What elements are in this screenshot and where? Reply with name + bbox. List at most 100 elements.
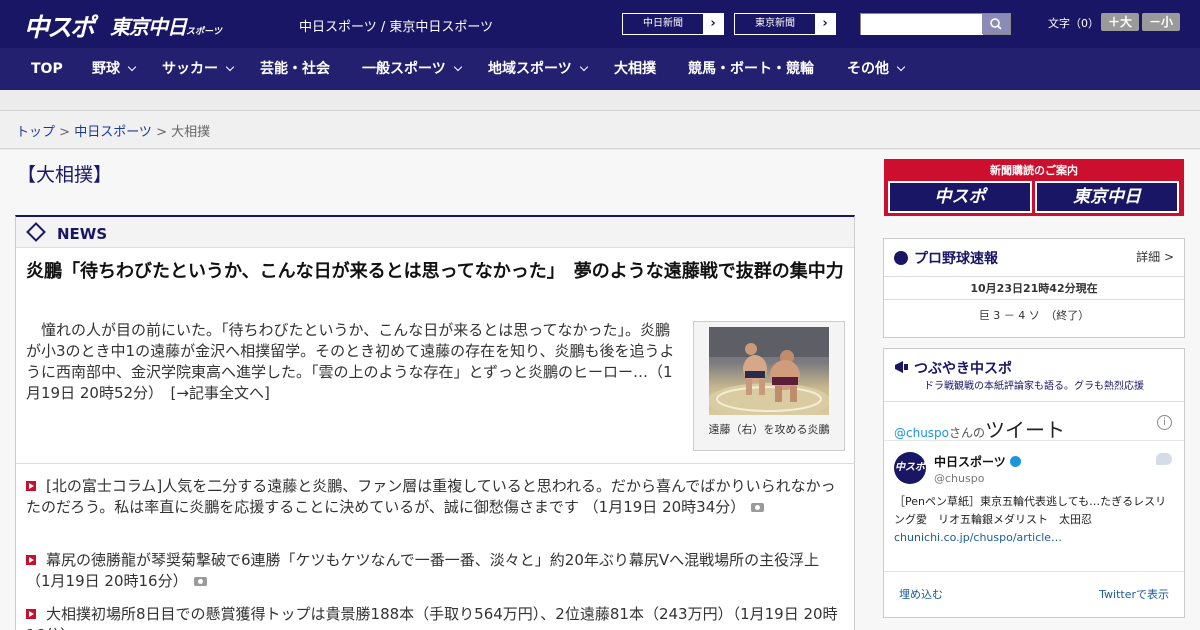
baseball-detail-link[interactable]: 詳細 > — [1136, 248, 1174, 265]
account-name[interactable]: 中日スポーツ — [934, 453, 1021, 470]
news-list-item[interactable]: 幕尻の徳勝龍が琴奨菊撃破で6連勝「ケツもケツなんで一番一番、淡々と」約20年ぶり… — [26, 550, 846, 592]
breadcrumb-top[interactable]: トップ — [16, 125, 55, 140]
breadcrumb: トップ > 中日スポーツ > 大相撲 — [16, 121, 210, 140]
account-name-text: 中日スポーツ — [934, 455, 1006, 469]
chuspo-logo[interactable]: 中スポ — [24, 8, 95, 44]
breadcrumb-parent[interactable]: 中日スポーツ — [74, 125, 152, 140]
baseball-title: プロ野球速報 — [894, 248, 998, 268]
tweet-text: ［Penペン草紙］東京五輪代表逃しても…たぎるレスリング愛 リオ五輪銀メダリスト… — [894, 495, 1167, 526]
megaphone-icon — [895, 361, 908, 373]
twitter-subtitle: ドラ戦観戦の本紙評論家も語る。グラも熱烈応援 — [924, 381, 1144, 392]
news-lead: 憧れの人が目の前にいた。「待ちわびたというか、こんな日が来るとは思ってなかった」… — [26, 320, 682, 404]
embed-link[interactable]: 埋め込む — [899, 586, 943, 602]
site-title: 中日スポーツ / 東京中日スポーツ — [299, 20, 494, 35]
nav-label: 野球 — [92, 61, 120, 77]
nav-label: 地域スポーツ — [488, 61, 572, 77]
tokyo-shimbun-link[interactable]: 東京新聞 › — [734, 13, 836, 35]
search-icon — [990, 18, 1002, 30]
chevron-right-icon: › — [815, 14, 835, 34]
tweets-footer: 埋め込む Twitterで表示 — [884, 571, 1184, 611]
news-list-item[interactable]: [北の富士コラム]人気を二分する遠藤と炎鵬、ファン層は重複していると思われる。だ… — [26, 476, 846, 518]
chevron-down-icon — [579, 62, 588, 72]
chevron-down-icon — [896, 62, 906, 72]
view-on-twitter-link[interactable]: Twitterで表示 — [1099, 586, 1169, 602]
news-photo[interactable]: 遠藤（右）を攻める炎鵬 — [693, 321, 845, 451]
search-input[interactable] — [861, 14, 983, 35]
verified-icon — [1009, 456, 1021, 467]
chevron-down-icon — [453, 62, 462, 72]
nav-label: 一般スポーツ — [362, 61, 446, 77]
photo-caption: 遠藤（右）を攻める炎鵬 — [708, 423, 830, 436]
tokyo-chunichi-logo[interactable]: 東京中日スポーツ — [110, 11, 222, 40]
twitter-panel: つぶやき中スポ ドラ戦観戦の本紙評論家も語る。グラも熱烈応援 @chuspoさん… — [883, 348, 1185, 618]
baseball-icon — [894, 251, 908, 265]
tweet-link[interactable]: chunichi.co.jp/chuspo/article… — [894, 531, 1062, 544]
tweets-word: ツイート — [985, 418, 1066, 442]
spacer-strip — [0, 90, 1200, 111]
tweets-handle-link[interactable]: @chuspo — [894, 426, 949, 440]
nav-local-sports[interactable]: 地域スポーツ — [488, 48, 588, 90]
news-header: NEWS — [16, 217, 854, 248]
font-larger-button[interactable]: ＋大 — [1101, 13, 1139, 31]
breadcrumb-sep: > — [55, 125, 75, 140]
nav-label: 競馬・ボート・競輪 — [688, 61, 814, 77]
avatar[interactable]: 中スポ — [894, 452, 926, 484]
info-icon[interactable]: i — [1157, 415, 1172, 430]
nav-sumo[interactable]: 大相撲 — [614, 48, 656, 90]
tweets-by: @chuspoさんのツイート — [894, 414, 1065, 443]
baseball-time: 10月23日21時42分現在 — [884, 276, 1184, 300]
twitter-title: つぶやき中スポ — [894, 358, 1012, 378]
nav-racing[interactable]: 競馬・ボート・競輪 — [688, 48, 814, 90]
top-header: 中スポ 東京中日スポーツ 中日スポーツ / 東京中日スポーツ 中日新聞 › 東京… — [0, 0, 1200, 48]
tweets-header: @chuspoさんのツイート i — [884, 401, 1184, 443]
nav-general-sports[interactable]: 一般スポーツ — [362, 48, 462, 90]
tweets-san-no: さんの — [949, 426, 986, 440]
nav-label: 芸能・社会 — [260, 61, 330, 77]
nav-soccer[interactable]: サッカー — [162, 48, 235, 90]
tokyo-logo-small: スポーツ — [186, 27, 222, 37]
baseball-score[interactable]: 巨 3 － 4 ソ （終了） — [884, 307, 1184, 323]
nav-label: TOP — [31, 61, 63, 77]
nav-baseball[interactable]: 野球 — [92, 48, 137, 90]
news-headline[interactable]: 炎鵬「待ちわびたというか、こんな日が来るとは思ってなかった」 夢のような遠藤戦で… — [26, 259, 848, 285]
news-item-text: 大相撲初場所8日目での懸賞獲得トップは貴景勝188本（手取り564万円）、2位遠… — [26, 605, 838, 630]
news-panel: NEWS 炎鵬「待ちわびたというか、こんな日が来るとは思ってなかった」 夢のよう… — [15, 215, 855, 630]
bullet-arrow-icon — [26, 609, 36, 619]
news-icon — [26, 222, 46, 242]
news-lead-text: 憧れの人が目の前にいた。「待ちわびたというか、こんな日が来るとは思ってなかった」… — [26, 321, 675, 402]
baseball-title-text: プロ野球速報 — [914, 251, 998, 267]
news-list-item[interactable]: 大相撲初場所8日目での懸賞獲得トップは貴景勝188本（手取り564万円）、2位遠… — [26, 604, 846, 630]
tokyo-logo-text: 東京中日 — [110, 15, 187, 39]
account-handle[interactable]: @chuspo — [934, 472, 984, 485]
tokyo-shimbun-label: 東京新聞 — [755, 18, 795, 29]
subscribe-chuspo[interactable]: 中スポ — [888, 181, 1032, 213]
nav-label: サッカー — [162, 61, 218, 77]
subscribe-tokyo-chunichi[interactable]: 東京中日 — [1035, 181, 1179, 213]
twitter-title-text: つぶやき中スポ — [914, 361, 1012, 377]
chunichi-shimbun-link[interactable]: 中日新聞 › — [622, 13, 724, 35]
bullet-arrow-icon — [26, 555, 36, 565]
camera-icon — [193, 577, 207, 586]
baseball-scores-panel: プロ野球速報 詳細 > 10月23日21時42分現在 巨 3 － 4 ソ （終了… — [883, 238, 1185, 338]
breadcrumb-sep: > — [151, 125, 172, 140]
chunichi-shimbun-label: 中日新聞 — [643, 18, 683, 29]
subscription-ad[interactable]: 新聞購読のご案内 中スポ 東京中日 — [884, 159, 1184, 216]
breadcrumb-current: 大相撲 — [171, 125, 211, 140]
sumo-photo — [709, 327, 829, 415]
nav-label: 大相撲 — [614, 61, 656, 77]
camera-icon — [751, 503, 765, 512]
twitter-bird-icon[interactable] — [1156, 453, 1172, 465]
main-nav: TOP 野球 サッカー 芸能・社会 一般スポーツ 地域スポーツ 大相撲 競馬・ボ… — [0, 48, 1200, 90]
chevron-right-icon: › — [703, 14, 723, 34]
nav-entertainment[interactable]: 芸能・社会 — [260, 48, 330, 90]
nav-other[interactable]: その他 — [847, 48, 906, 90]
font-size-label: 文字（0） — [1048, 17, 1099, 30]
divider — [16, 463, 854, 464]
search-button[interactable] — [982, 14, 1010, 34]
read-more-link[interactable]: [→記事全文へ] — [156, 384, 270, 402]
chevron-down-icon — [225, 62, 235, 72]
nav-top[interactable]: TOP — [31, 48, 63, 90]
subscription-title: 新聞購読のご案内 — [990, 164, 1078, 177]
font-smaller-button[interactable]: －小 — [1142, 13, 1180, 31]
news-item-text: [北の富士コラム]人気を二分する遠藤と炎鵬、ファン層は重複していると思われる。だ… — [26, 477, 836, 516]
